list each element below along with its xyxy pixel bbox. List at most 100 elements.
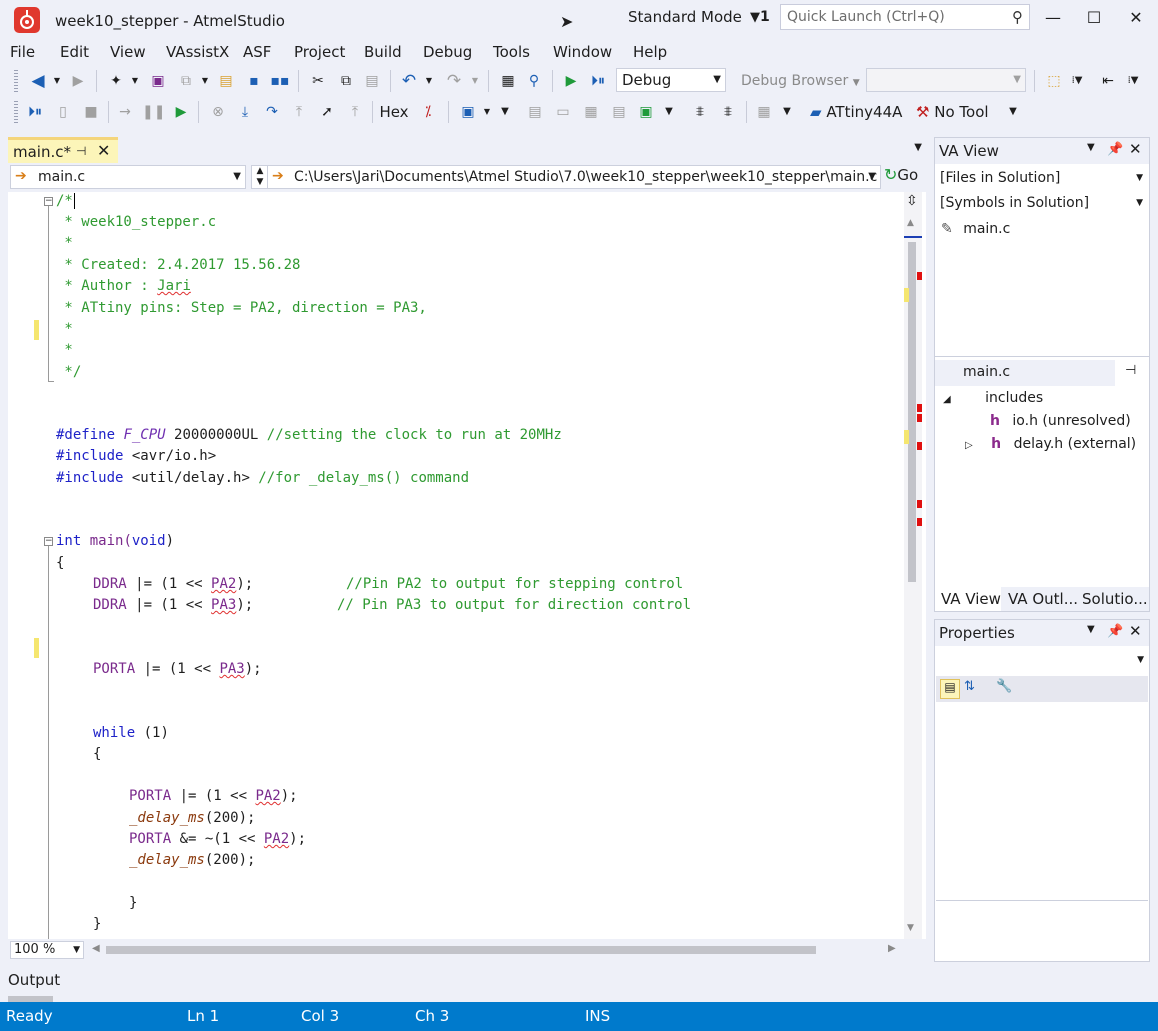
- toolbar-options-icon[interactable]: ▼: [662, 101, 676, 123]
- property-pages-icon[interactable]: 🔧: [996, 679, 1012, 694]
- menu-debug[interactable]: Debug: [423, 43, 472, 61]
- menu-tools[interactable]: Tools: [493, 43, 530, 61]
- categorized-icon[interactable]: ▤: [940, 679, 960, 699]
- error-marker[interactable]: [917, 404, 922, 412]
- panel-menu-icon[interactable]: ▼: [1087, 142, 1095, 153]
- expanded-arrow-icon[interactable]: ◢: [943, 394, 951, 405]
- maximize-button[interactable]: ☐: [1084, 8, 1104, 28]
- pin-icon[interactable]: 📌: [1107, 624, 1123, 639]
- device-button[interactable]: ▰ ATtiny44A: [810, 101, 910, 123]
- menu-file[interactable]: File: [10, 43, 35, 61]
- pin-icon[interactable]: ⊣: [1125, 363, 1136, 378]
- step-out-icon[interactable]: ⤒: [288, 101, 310, 123]
- scroll-thumb[interactable]: [908, 242, 916, 582]
- includes-node[interactable]: ◢ includes: [943, 390, 1043, 406]
- platform-select[interactable]: ▼: [866, 68, 1026, 92]
- start-without-debugging-icon[interactable]: ⏵⏸: [586, 70, 610, 92]
- file-path-select[interactable]: ➔ C:\Users\Jari\Documents\Atmel Studio\7…: [267, 165, 881, 189]
- new-project-icon[interactable]: ✦: [104, 70, 128, 92]
- new-project-dropdown-icon[interactable]: ▼: [130, 70, 140, 92]
- continue-icon[interactable]: ▶: [170, 101, 192, 123]
- step-over-icon[interactable]: ↷: [260, 101, 284, 123]
- step-into-icon[interactable]: ⤓: [234, 101, 256, 123]
- code-editor[interactable]: − − /* * week10_stepper.c * * Created: 2…: [8, 192, 926, 939]
- run-to-cursor-icon[interactable]: →: [114, 101, 136, 123]
- menu-edit[interactable]: Edit: [60, 43, 89, 61]
- save-icon[interactable]: ▪: [242, 70, 266, 92]
- tab-va-view[interactable]: VA View: [941, 590, 1001, 608]
- undo-dropdown-icon[interactable]: ▼: [424, 70, 434, 92]
- tab-va-outline[interactable]: VA Outl...: [1008, 590, 1078, 608]
- start-without-debug-icon[interactable]: ⏵⏸: [22, 101, 48, 123]
- find-icon[interactable]: ⚲: [522, 70, 546, 92]
- sim-icon[interactable]: ▦: [752, 101, 776, 123]
- back-dropdown-icon[interactable]: ▼: [52, 70, 62, 92]
- panel-menu-icon[interactable]: ▼: [1087, 624, 1095, 635]
- indent-icon[interactable]: ⇤: [1096, 70, 1120, 92]
- menu-asf[interactable]: ASF: [243, 43, 271, 61]
- menu-window[interactable]: Window: [553, 43, 612, 61]
- memory-3-icon[interactable]: ▦: [580, 101, 602, 123]
- error-marker[interactable]: [917, 500, 922, 508]
- scroll-down-icon[interactable]: ▼: [907, 923, 914, 933]
- close-window-button[interactable]: ✕: [1126, 8, 1146, 28]
- io-view-icon[interactable]: ▣: [634, 101, 658, 123]
- scroll-up-icon[interactable]: ▲: [907, 218, 914, 228]
- tab-list-dropdown-icon[interactable]: ▼: [914, 142, 922, 153]
- solution-explorer-icon[interactable]: ▦: [496, 70, 520, 92]
- error-marker[interactable]: [917, 518, 922, 526]
- minimize-button[interactable]: —: [1043, 8, 1063, 28]
- toolbar-options-icon[interactable]: ▼: [780, 101, 794, 123]
- redo-icon[interactable]: ↷: [442, 70, 466, 92]
- stop-icon[interactable]: ■: [80, 101, 102, 123]
- toolbar-options-2-icon[interactable]: ⁞▼: [1124, 70, 1142, 92]
- memory-2-icon[interactable]: ▭: [552, 101, 574, 123]
- save-all-icon[interactable]: ▪▪: [268, 70, 292, 92]
- include-item[interactable]: ▷ h delay.h (external): [965, 436, 1136, 452]
- error-marker[interactable]: [917, 442, 922, 450]
- device-programming-icon[interactable]: ⩨: [688, 101, 712, 123]
- menu-build[interactable]: Build: [364, 43, 402, 61]
- pause-icon[interactable]: ❚❚: [142, 101, 165, 123]
- toggle-breakpoints-icon[interactable]: ⁒: [416, 101, 440, 123]
- toolbar-options-icon[interactable]: ▼: [498, 101, 512, 123]
- close-panel-icon[interactable]: ✕: [1129, 140, 1142, 158]
- memory-1-icon[interactable]: ▤: [524, 101, 546, 123]
- redo-dropdown-icon[interactable]: ▼: [470, 70, 480, 92]
- include-item[interactable]: h io.h (unresolved): [990, 413, 1131, 429]
- menu-view[interactable]: View: [110, 43, 146, 61]
- pin-icon[interactable]: 📌: [1107, 142, 1123, 157]
- tab-solution-explorer[interactable]: Solutio...: [1082, 590, 1148, 608]
- error-marker[interactable]: [917, 414, 922, 422]
- cursor-icon[interactable]: ➚: [316, 101, 338, 123]
- paste-icon[interactable]: ▤: [360, 70, 384, 92]
- zoom-select[interactable]: 100 % ▼: [10, 941, 84, 959]
- set-next-statement-icon[interactable]: ⤒: [344, 101, 366, 123]
- menu-help[interactable]: Help: [633, 43, 667, 61]
- collapsed-arrow-icon[interactable]: ▷: [965, 440, 973, 451]
- files-in-solution-select[interactable]: [Files in Solution] ▼: [938, 168, 1146, 191]
- close-panel-icon[interactable]: ✕: [1129, 622, 1142, 640]
- undo-icon[interactable]: ↶: [397, 70, 421, 92]
- horizontal-scroll-thumb[interactable]: [106, 946, 816, 954]
- debug-browser-button[interactable]: Debug Browser ▼: [741, 70, 861, 92]
- program-device-icon[interactable]: ⩨: [716, 101, 740, 123]
- scroll-right-icon[interactable]: ▶: [888, 943, 896, 954]
- forward-icon[interactable]: ▶: [66, 70, 90, 92]
- tool-button[interactable]: ⚒ No Tool: [916, 101, 1008, 123]
- object-select[interactable]: ▼: [936, 650, 1148, 672]
- scroll-left-icon[interactable]: ◀: [92, 943, 100, 954]
- pin-icon[interactable]: ⊣: [76, 144, 86, 158]
- tab-main-c[interactable]: main.c* ⊣ ✕: [8, 137, 118, 163]
- toolbar-options-icon[interactable]: ▼: [1006, 101, 1020, 123]
- va-file-item[interactable]: ✎ main.c: [941, 221, 1010, 237]
- add-dropdown-icon[interactable]: ▼: [200, 70, 210, 92]
- alphabetical-icon[interactable]: ⇅: [964, 679, 975, 694]
- disassembly-icon[interactable]: ⊗: [206, 101, 230, 123]
- configuration-select[interactable]: Debug ▼: [616, 68, 726, 92]
- hex-button[interactable]: Hex: [378, 101, 410, 123]
- toolbar-grip[interactable]: [14, 101, 18, 123]
- windows-dropdown-icon[interactable]: ▼: [482, 101, 492, 123]
- menu-project[interactable]: Project: [294, 43, 345, 61]
- toolbar-grip[interactable]: [14, 70, 18, 92]
